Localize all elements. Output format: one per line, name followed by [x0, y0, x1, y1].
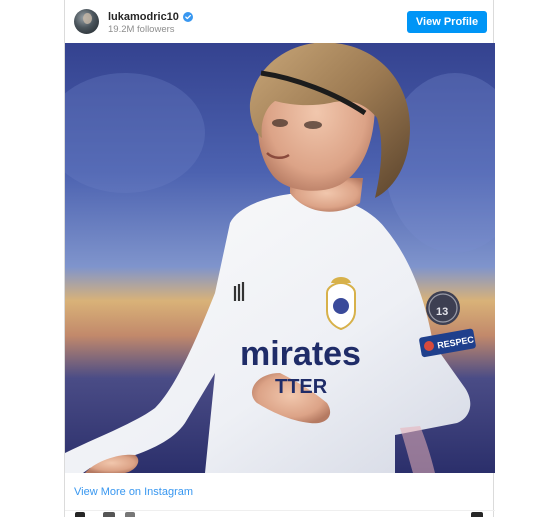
instagram-embed: lukamodric10 19.2M followers View Profil…	[64, 0, 495, 517]
jersey-sponsor-text: mirates	[240, 335, 361, 373]
sleeve-badge-text: 13	[436, 306, 448, 318]
follower-count: 19.2M followers	[108, 24, 175, 35]
comment-icon[interactable]	[103, 512, 115, 517]
share-icon[interactable]	[125, 512, 135, 517]
verified-badge-icon	[182, 12, 193, 22]
avatar[interactable]	[74, 9, 99, 34]
jersey-sponsor-line2: TTER	[275, 376, 328, 398]
view-profile-button[interactable]: View Profile	[407, 11, 487, 33]
embed-header: lukamodric10 19.2M followers View Profil…	[65, 0, 495, 44]
footer-divider	[65, 510, 495, 511]
post-photo[interactable]: mirates TTER 13 RESPEC	[65, 43, 495, 473]
heart-icon[interactable]	[75, 512, 85, 517]
player-photo-illustration: mirates TTER 13 RESPEC	[65, 43, 495, 473]
username[interactable]: lukamodric10	[108, 11, 179, 23]
action-icons-row	[65, 512, 495, 517]
save-icon[interactable]	[471, 512, 483, 517]
view-more-on-instagram-link[interactable]: View More on Instagram	[74, 486, 193, 498]
username-row: lukamodric10	[108, 10, 193, 24]
